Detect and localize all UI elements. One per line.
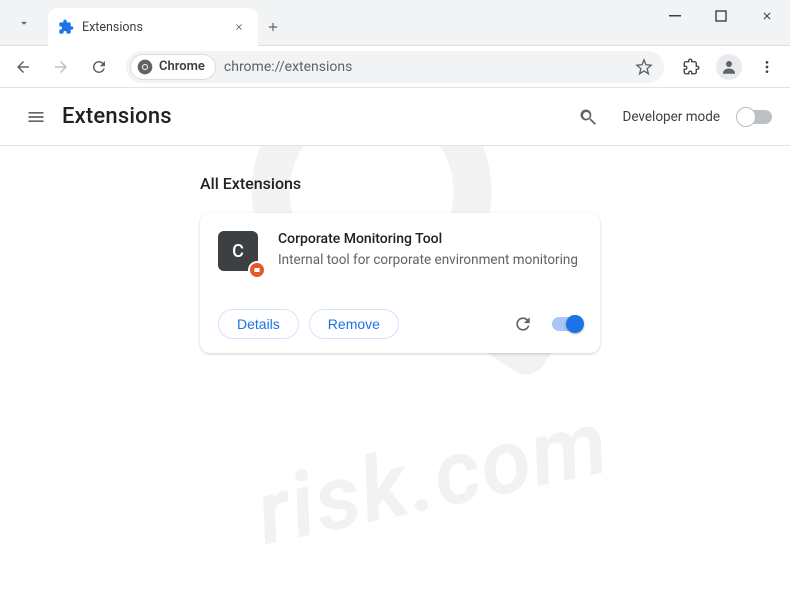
more-vert-icon [759, 59, 775, 75]
developer-mode-label: Developer mode [623, 109, 721, 125]
active-tab[interactable]: Extensions [48, 8, 258, 46]
extension-card: C Corporate Monitoring Tool Internal too… [200, 213, 600, 353]
menu-button[interactable] [750, 50, 784, 84]
page-header: Extensions Developer mode [0, 88, 790, 146]
minimize-button[interactable] [652, 0, 698, 32]
developer-mode-toggle[interactable] [738, 110, 772, 124]
extension-reload-button[interactable] [510, 311, 536, 337]
extension-enable-toggle[interactable] [552, 317, 582, 331]
omnibox[interactable]: Chrome chrome://extensions [126, 51, 664, 83]
puzzle-icon [58, 19, 74, 35]
titlebar: Extensions [0, 0, 790, 46]
forward-button[interactable] [44, 50, 78, 84]
chevron-down-icon [17, 16, 31, 30]
chrome-logo-icon [137, 59, 153, 75]
search-button[interactable] [571, 100, 605, 134]
close-window-button[interactable] [744, 0, 790, 32]
star-icon [635, 58, 653, 76]
reload-icon [513, 314, 533, 334]
hamburger-icon [26, 107, 46, 127]
new-tab-button[interactable] [258, 8, 288, 45]
reload-button[interactable] [82, 50, 116, 84]
profile-button[interactable] [712, 50, 746, 84]
remove-button[interactable]: Remove [309, 309, 399, 339]
minimize-icon [669, 10, 681, 22]
tab-search-button[interactable] [0, 0, 48, 45]
arrow-right-icon [52, 58, 70, 76]
chrome-chip[interactable]: Chrome [130, 54, 216, 80]
extension-error-badge [248, 261, 266, 279]
bookmark-button[interactable] [632, 55, 656, 79]
close-icon [234, 22, 244, 32]
section-title: All Extensions [200, 174, 790, 193]
content: All Extensions C Corporate Monitoring To… [0, 146, 790, 353]
details-button[interactable]: Details [218, 309, 299, 339]
arrow-left-icon [14, 58, 32, 76]
hamburger-button[interactable] [18, 99, 54, 135]
extensions-button[interactable] [674, 50, 708, 84]
toolbar: Chrome chrome://extensions [0, 46, 790, 88]
chrome-chip-label: Chrome [159, 59, 205, 74]
page-title: Extensions [62, 104, 172, 129]
back-button[interactable] [6, 50, 40, 84]
avatar-icon [716, 54, 742, 80]
extension-name: Corporate Monitoring Tool [278, 231, 582, 247]
window-controls [652, 0, 790, 45]
search-icon [578, 107, 598, 127]
close-icon [761, 10, 773, 22]
watermark-text: risk.com [247, 389, 618, 566]
close-tab-button[interactable] [230, 18, 248, 36]
puzzle-outline-icon [682, 58, 700, 76]
extension-icon-wrap: C [218, 231, 260, 273]
plus-icon [266, 20, 280, 34]
page: Extensions Developer mode All Extensions… [0, 88, 790, 353]
maximize-button[interactable] [698, 0, 744, 32]
maximize-icon [715, 10, 727, 22]
omnibox-url: chrome://extensions [224, 59, 624, 75]
tab-title: Extensions [82, 20, 222, 35]
reload-icon [90, 58, 108, 76]
warning-icon [253, 266, 261, 274]
extension-description: Internal tool for corporate environment … [278, 251, 582, 271]
